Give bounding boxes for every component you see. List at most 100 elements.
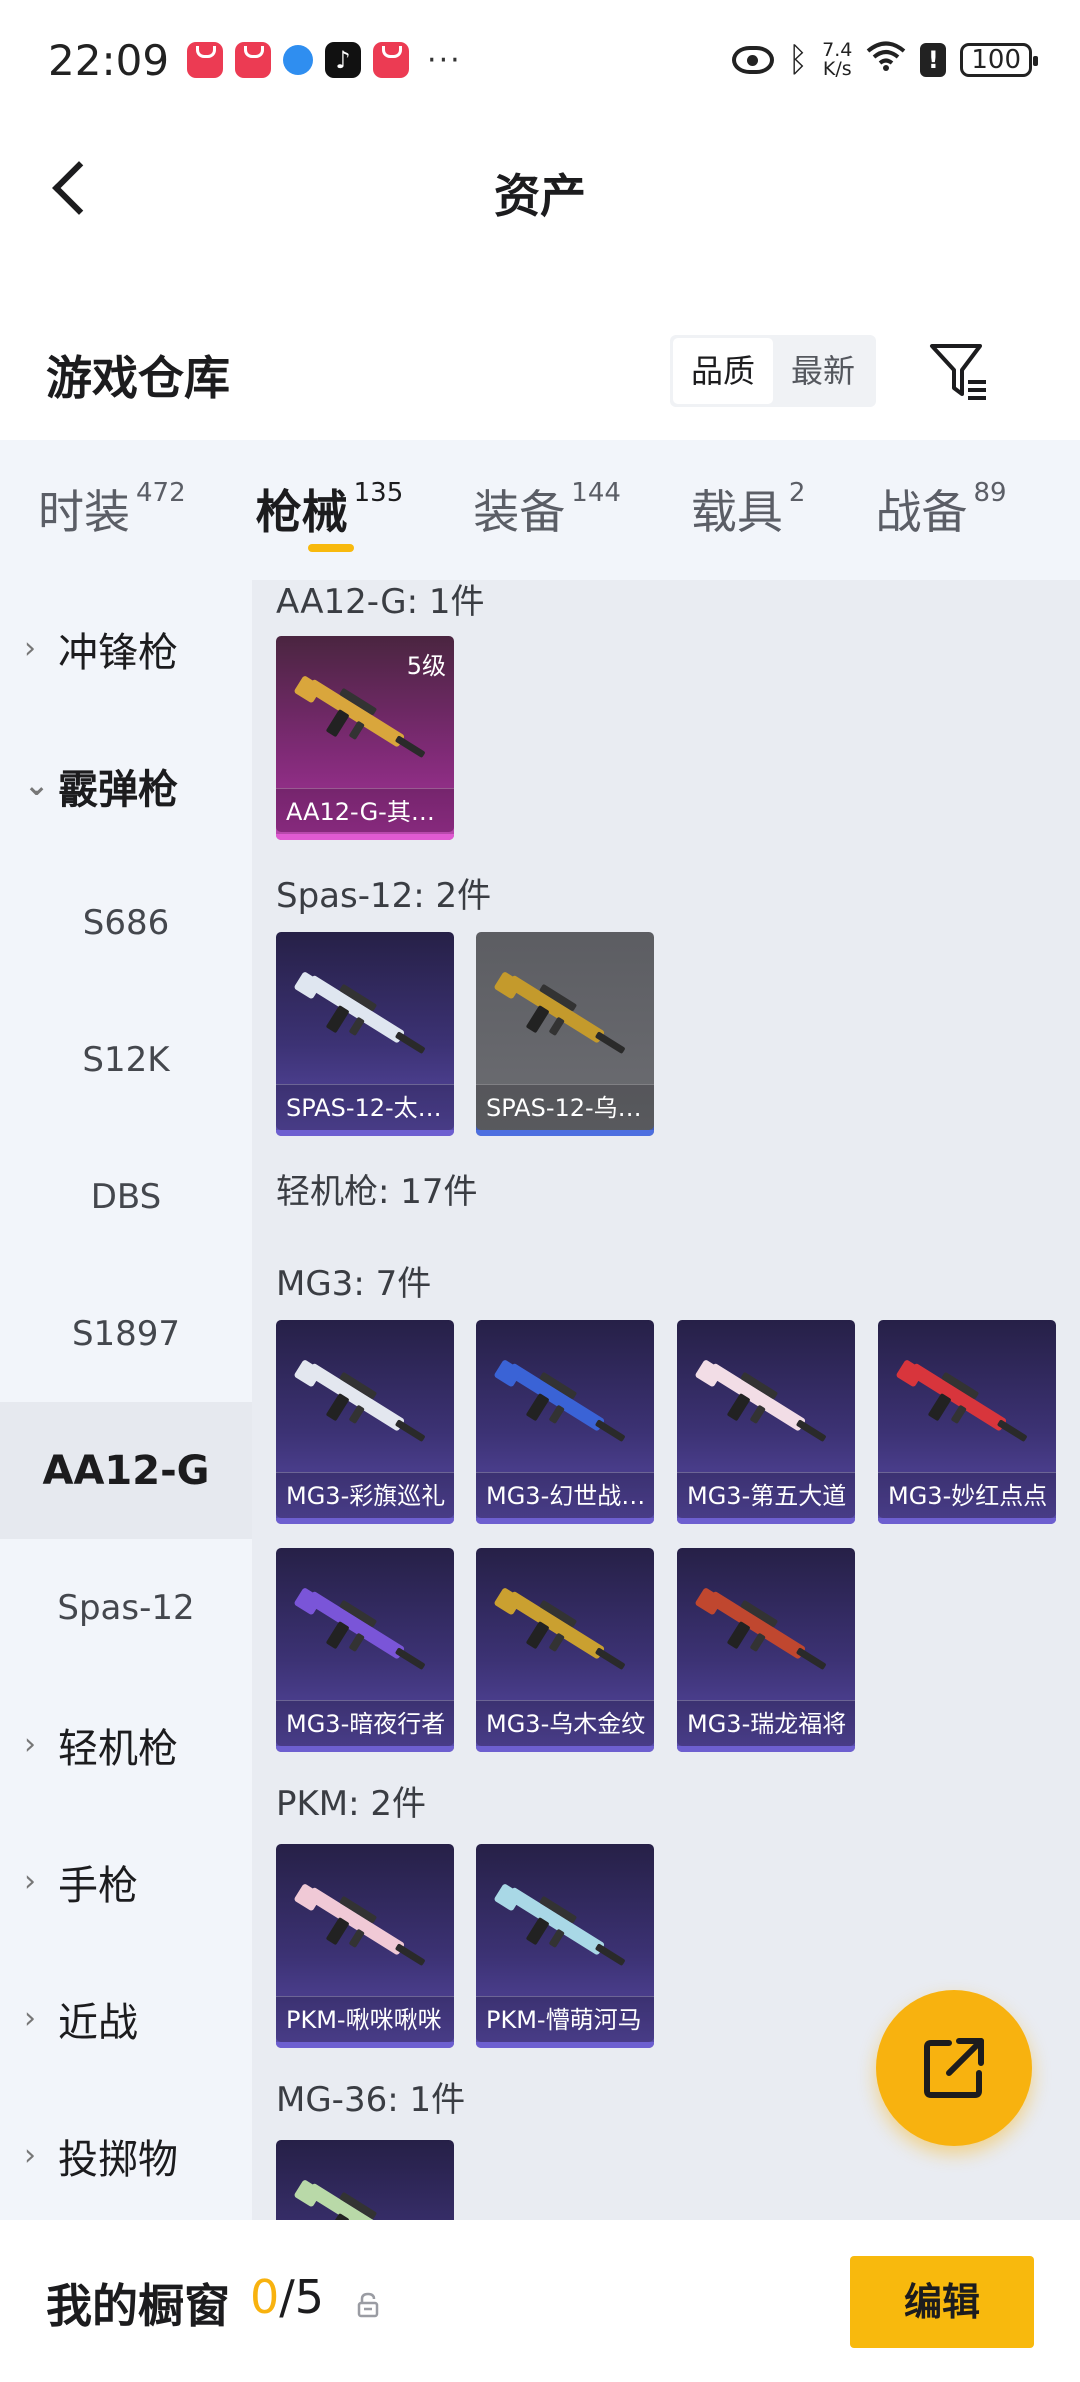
status-bar: 22:09 ♪ ··· ᛒ 7.4 K/s ! 100 [0, 0, 1080, 120]
group-title-spas12: Spas-12: 2件 [276, 876, 492, 916]
edit-button[interactable]: 编辑 [850, 2256, 1034, 2348]
weapon-name: MG3-第五大道 [677, 1472, 855, 1518]
sidebar-item-spas12[interactable]: Spas-12 [0, 1539, 252, 1676]
showcase-total: /5 [279, 2270, 325, 2324]
weapon-inventory-list: AA12-G: 1件 5级 AA12-G-其… Spas-12: 2件 SPAS… [252, 580, 1080, 2220]
weapon-icon [294, 1884, 425, 1966]
warehouse-title: 游戏仓库 [46, 351, 230, 405]
chevron-right-icon: › [24, 2138, 36, 2173]
notification-icons: ♪ ··· [187, 42, 462, 78]
weapon-card[interactable]: MG3-暗夜行者 [276, 1548, 454, 1752]
weapon-name: MG3-瑞龙福将 [677, 1700, 855, 1746]
tab-label: 载具 [690, 485, 783, 539]
weapon-name: MG3-妙红点点 [878, 1472, 1056, 1518]
sidebar-item-smg[interactable]: › 冲锋枪 [0, 580, 252, 717]
tab-label: 枪械 [255, 485, 348, 539]
weapon-card[interactable]: MG3-瑞龙福将 [677, 1548, 855, 1752]
sidebar-item-label: 霰弹枪 [58, 766, 178, 813]
tab-guns[interactable]: 枪械 135 [255, 440, 404, 552]
weapon-icon [294, 676, 425, 758]
sidebar-item-label: 手枪 [58, 1862, 138, 1909]
weapon-icon [294, 1360, 425, 1442]
weapon-name: PKM-懵萌河马 [476, 1996, 654, 2042]
weapon-card[interactable]: MG3-幻世战… [476, 1320, 654, 1524]
weapon-card[interactable]: PKM-啾咪啾咪 [276, 1844, 454, 2048]
chevron-right-icon: › [24, 631, 36, 666]
weapon-icon [494, 972, 625, 1054]
nav-bar: 资产 [0, 120, 1080, 250]
chevron-right-icon: › [24, 2001, 36, 2036]
sidebar-item-s686[interactable]: S686 [0, 854, 252, 991]
weapon-card[interactable]: MG3-彩旗巡礼 [276, 1320, 454, 1524]
tab-vehicles[interactable]: 载具 2 [691, 440, 806, 542]
weapon-card[interactable]: SPAS-12-太… [276, 932, 454, 1136]
weapon-card[interactable]: MG3-第五大道 [677, 1320, 855, 1524]
group-title-mg36: MG-36: 1件 [276, 2080, 466, 2120]
showcase-label: 我的橱窗 [46, 2279, 230, 2333]
weapon-icon [294, 1588, 425, 1670]
sidebar-item-label: 轻机枪 [58, 1725, 178, 1772]
weapon-name: AA12-G-其… [276, 788, 454, 834]
sidebar-item-melee[interactable]: › 近战 [0, 1950, 252, 2087]
weapon-card[interactable] [276, 2140, 454, 2220]
filter-icon [930, 344, 986, 400]
weapon-name: SPAS-12-乌… [476, 1084, 654, 1130]
weapon-name: PKM-啾咪啾咪 [276, 1996, 454, 2042]
warehouse-header: 游戏仓库 品质 最新 [0, 320, 1080, 440]
active-tab-indicator [307, 544, 354, 552]
sort-quality-button[interactable]: 品质 [673, 338, 774, 404]
weapon-card[interactable]: SPAS-12-乌… [476, 932, 654, 1136]
showcase-current: 0 [250, 2270, 280, 2324]
share-button[interactable] [876, 1990, 1032, 2146]
sort-newest-button[interactable]: 最新 [773, 338, 873, 404]
chevron-down-icon: ⌄ [24, 768, 50, 803]
weapon-card[interactable]: MG3-妙红点点 [878, 1320, 1056, 1524]
sidebar-item-aa12g[interactable]: AA12-G [0, 1402, 252, 1539]
network-speed: 7.4 K/s [822, 41, 852, 79]
network-speed-unit: K/s [822, 58, 852, 80]
sidebar-item-lmg[interactable]: › 轻机枪 [0, 1676, 252, 1813]
tab-count: 144 [571, 478, 621, 508]
weapon-icon [494, 1884, 625, 1966]
sidebar-item-throwable[interactable]: › 投掷物 [0, 2087, 252, 2220]
group-title-lmg: 轻机枪: 17件 [276, 1172, 478, 1212]
weapon-card[interactable]: MG3-乌木金纹 [476, 1548, 654, 1752]
sidebar-item-pistol[interactable]: › 手枪 [0, 1813, 252, 1950]
chevron-right-icon: › [24, 1727, 36, 1762]
chevron-right-icon: › [24, 1864, 36, 1899]
browser-app-icon [283, 45, 314, 75]
weapon-icon [896, 1360, 1027, 1442]
sidebar-item-shotgun[interactable]: ⌄ 霰弹枪 [0, 717, 252, 854]
tab-supplies[interactable]: 战备 89 [875, 440, 1006, 542]
tab-count: 89 [973, 478, 1007, 508]
weapon-icon [695, 1588, 826, 1670]
tab-count: 135 [353, 478, 404, 508]
battery-indicator: 100 [960, 43, 1038, 77]
group-title-pkm: PKM: 2件 [276, 1784, 427, 1824]
group-title-mg3: MG3: 7件 [276, 1264, 432, 1304]
weapon-name: MG3-幻世战… [476, 1472, 654, 1518]
tab-equipment[interactable]: 装备 144 [473, 440, 621, 542]
tab-fashion[interactable]: 时装 472 [38, 440, 186, 542]
weapon-card[interactable]: PKM-懵萌河马 [476, 1844, 654, 2048]
weapon-icon [695, 1360, 826, 1442]
tiktok-app-icon: ♪ [325, 42, 362, 78]
sidebar-item-s1897[interactable]: S1897 [0, 1265, 252, 1402]
tab-label: 装备 [473, 485, 566, 539]
eye-icon [731, 46, 774, 74]
sidebar-item-label: 近战 [58, 1999, 138, 2046]
more-notifications-icon: ··· [427, 42, 462, 78]
lock-icon [357, 2292, 379, 2318]
showcase-bar: 我的橱窗 0/5 编辑 [0, 2222, 1080, 2382]
shopping-app-icon [373, 42, 410, 78]
filter-button[interactable] [928, 338, 992, 408]
sidebar-item-dbs[interactable]: DBS [0, 1128, 252, 1265]
weapon-name: MG3-彩旗巡礼 [276, 1472, 454, 1518]
weapon-name: SPAS-12-太… [276, 1084, 454, 1130]
weapon-card[interactable]: 5级 AA12-G-其… [276, 636, 454, 840]
sidebar-item-s12k[interactable]: S12K [0, 991, 252, 1128]
weapon-icon [494, 1588, 625, 1670]
tab-count: 2 [788, 478, 806, 508]
category-tabs: 时装 472 枪械 135 装备 144 载具 2 战备 89 [0, 440, 1080, 580]
shopping-app-icon [187, 42, 224, 78]
